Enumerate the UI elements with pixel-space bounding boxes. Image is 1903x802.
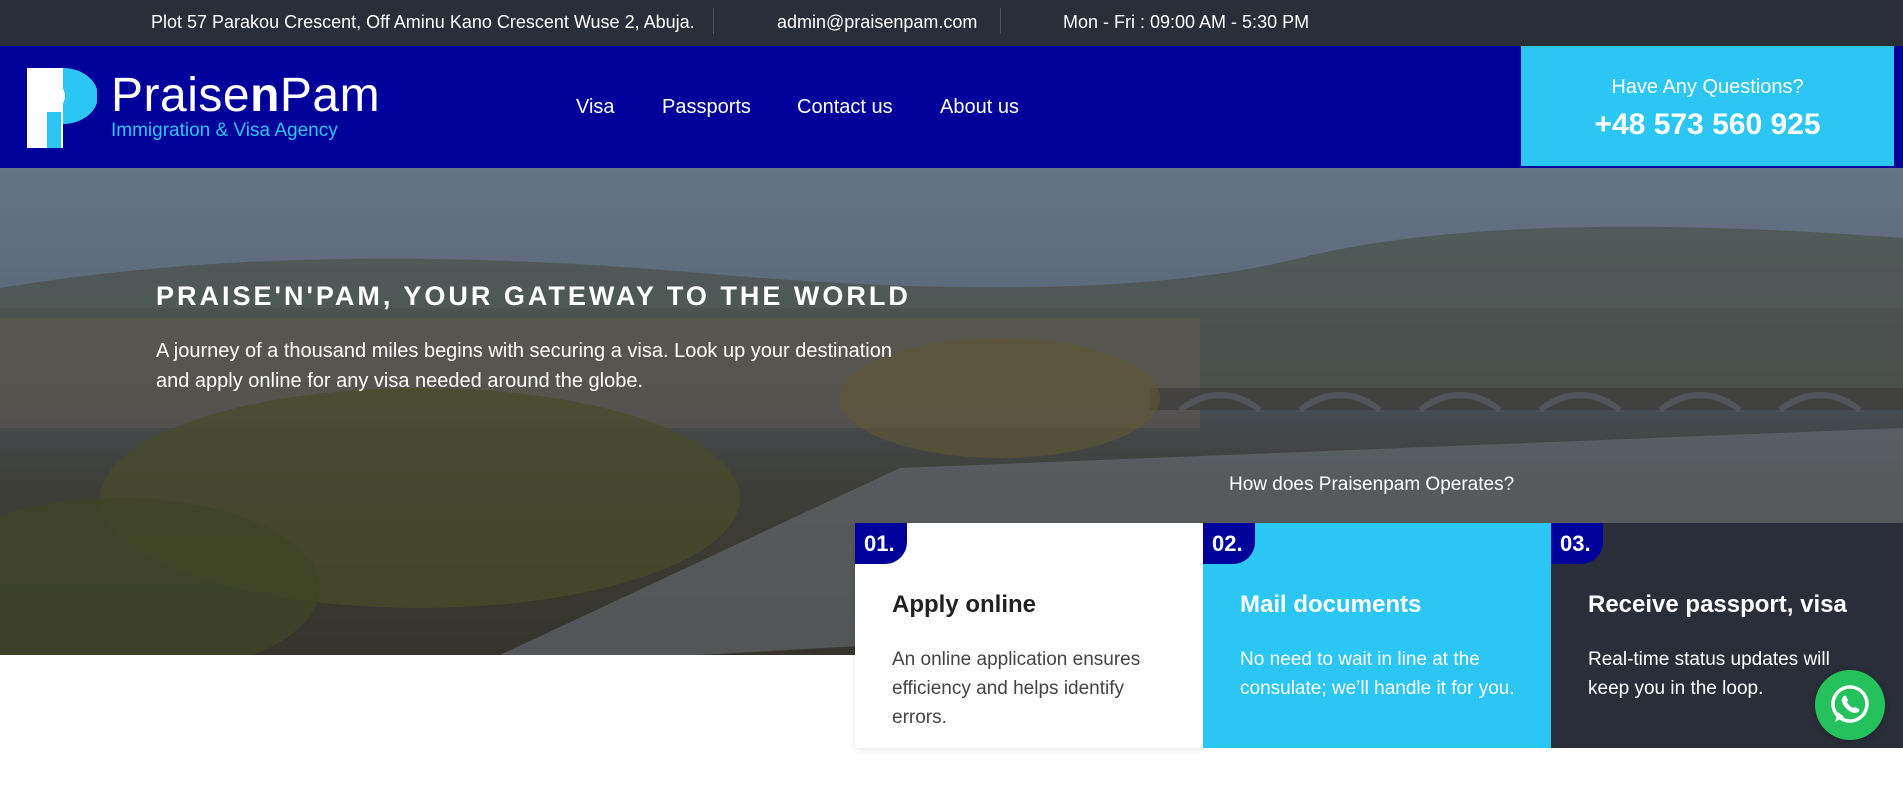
step-number: 02. <box>1203 523 1255 564</box>
nav-contact-us[interactable]: Contact us <box>797 46 893 168</box>
topbar-divider <box>1000 8 1001 34</box>
step-number: 03. <box>1551 523 1603 564</box>
office-hours-text: Mon - Fri : 09:00 AM - 5:30 PM <box>1063 12 1310 32</box>
whatsapp-chat-button[interactable] <box>1815 670 1885 740</box>
hero-title: PRAISE'N'PAM, YOUR GATEWAY TO THE WORLD <box>156 281 911 311</box>
whatsapp-icon <box>1831 685 1869 723</box>
step-number: 01. <box>855 523 907 564</box>
nav-passports[interactable]: Passports <box>662 46 751 168</box>
step-card-apply-online: 01. Apply online An online application e… <box>855 523 1204 748</box>
step-title: Mail documents <box>1240 591 1422 618</box>
logo-wordmark: PraisenPam <box>111 69 381 122</box>
questions-box[interactable]: Have Any Questions? +48 573 560 925 <box>1521 46 1894 166</box>
nav-about-us[interactable]: About us <box>940 46 1019 168</box>
nav-visa[interactable]: Visa <box>576 46 615 168</box>
address-text: Plot 57 Parakou Crescent, Off Aminu Kano… <box>151 12 695 32</box>
topbar-divider <box>713 8 714 34</box>
hero-subtitle: A journey of a thousand miles begins wit… <box>156 340 892 392</box>
questions-phone[interactable]: +48 573 560 925 <box>1521 108 1894 142</box>
questions-label: Have Any Questions? <box>1611 76 1804 98</box>
step-title: Receive passport, visa <box>1588 591 1847 618</box>
step-text: No need to wait in line at the consulate… <box>1240 649 1515 699</box>
step-title: Apply online <box>892 591 1036 618</box>
top-info-bar: Plot 57 Parakou Crescent, Off Aminu Kano… <box>0 0 1903 46</box>
site-logo[interactable]: PraisenPam Immigration & Visa Agency <box>27 68 381 148</box>
email-link[interactable]: admin@praisenpam.com <box>777 0 977 46</box>
how-it-works-label: How does Praisenpam Operates? <box>1229 474 1515 495</box>
step-text: An online application ensures efficiency… <box>892 649 1141 728</box>
logo-tagline: Immigration & Visa Agency <box>111 120 338 141</box>
praisenpam-p-logo-icon <box>27 68 97 148</box>
step-card-mail-documents: 02. Mail documents No need to wait in li… <box>1203 523 1552 748</box>
site-header: PraisenPam Immigration & Visa Agency Vis… <box>0 46 1903 168</box>
